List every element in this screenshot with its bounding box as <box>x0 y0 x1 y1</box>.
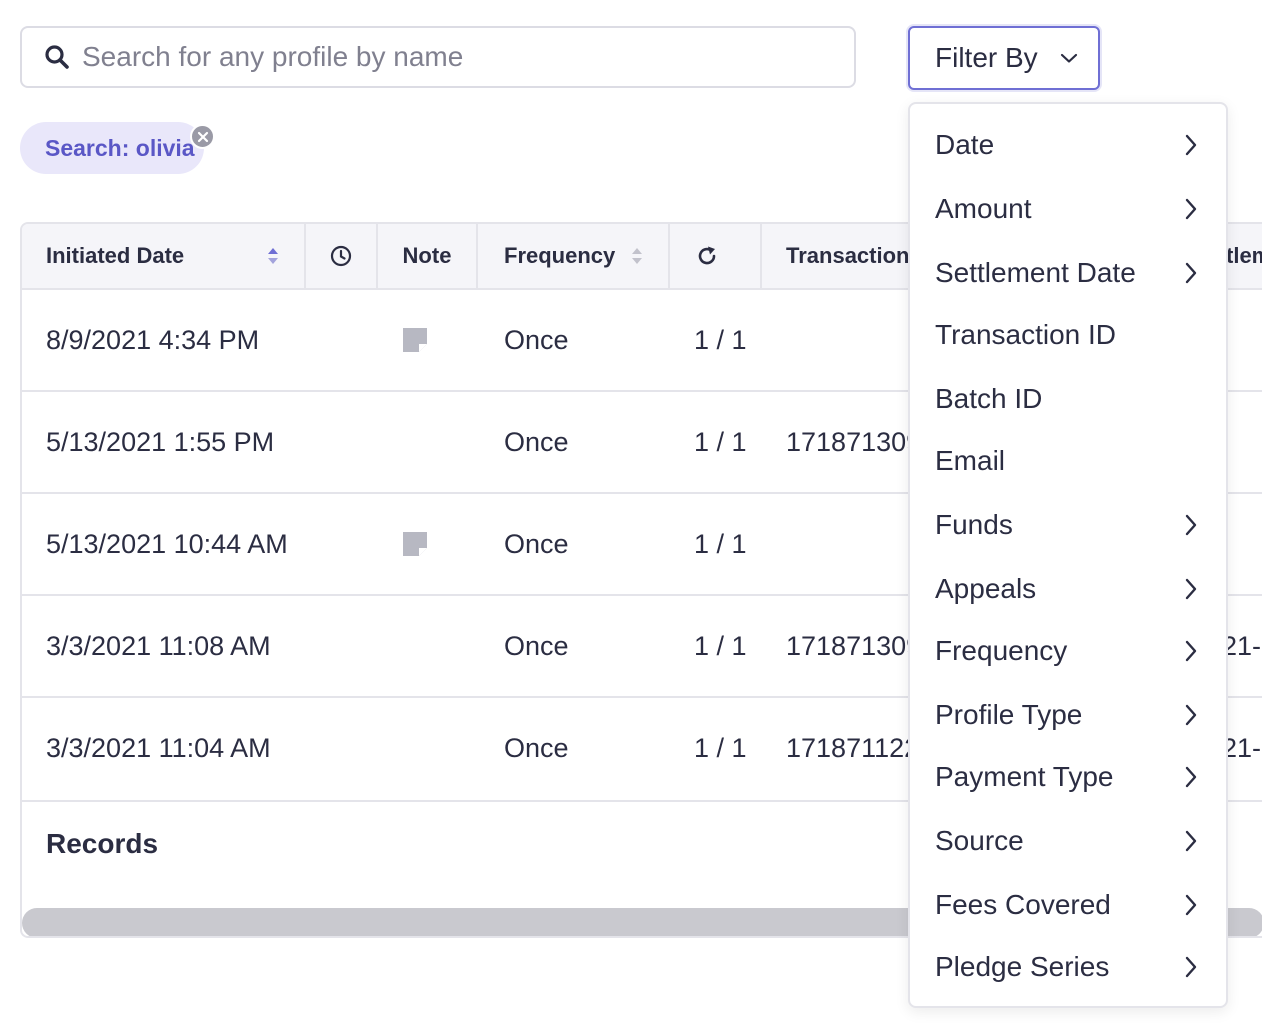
filter-menu-item-payment-type[interactable]: Payment Type <box>910 746 1226 808</box>
cell-frequency: Once <box>504 324 569 355</box>
chevron-right-icon <box>1184 829 1198 853</box>
filter-menu-item-settlement-date[interactable]: Settlement Date <box>910 242 1226 304</box>
filter-menu-item-label: Email <box>935 445 1006 476</box>
cell-date: 3/3/2021 11:04 AM <box>46 732 271 763</box>
search-box[interactable] <box>20 26 856 88</box>
filter-menu-item-label: Source <box>935 825 1024 856</box>
filter-by-button[interactable]: Filter By <box>908 26 1100 90</box>
cell-count: 1 / 1 <box>694 528 747 559</box>
chevron-down-icon <box>1060 52 1078 64</box>
filter-menu-item-profile-type[interactable]: Profile Type <box>910 684 1226 746</box>
chevron-right-icon <box>1184 765 1198 789</box>
column-initiated-date-label: Initiated Date <box>46 243 185 268</box>
active-filter-chip-label: Search: olivia <box>45 134 195 161</box>
column-frequency-label: Frequency <box>504 243 616 268</box>
cell-frequency: Once <box>504 528 569 559</box>
filter-menu-item-date[interactable]: Date <box>910 114 1226 176</box>
filter-menu-item-label: Pledge Series <box>935 951 1110 982</box>
sort-icon[interactable] <box>266 246 280 266</box>
filter-menu-item-label: Funds <box>935 509 1013 540</box>
chevron-right-icon <box>1184 577 1198 601</box>
filter-menu: Date Amount Settlement Date Transaction … <box>908 102 1228 1008</box>
cell-date: 5/13/2021 1:55 PM <box>46 426 275 457</box>
filter-menu-item-email[interactable]: Email <box>910 430 1226 492</box>
filter-menu-item-label: Fees Covered <box>935 889 1111 920</box>
filter-menu-item-label: Date <box>935 129 995 160</box>
cell-frequency: Once <box>504 732 569 763</box>
column-note: Note <box>378 224 478 288</box>
filter-menu-item-source[interactable]: Source <box>910 810 1226 872</box>
cell-transaction: 171871309 <box>786 630 922 661</box>
chevron-right-icon <box>1184 261 1198 285</box>
chevron-right-icon <box>1184 703 1198 727</box>
filter-menu-item-fees-covered[interactable]: Fees Covered <box>910 874 1226 936</box>
column-transaction-label: Transaction <box>786 243 910 268</box>
note-icon[interactable] <box>402 290 428 390</box>
clock-icon <box>330 245 352 267</box>
cell-date: 5/13/2021 10:44 AM <box>46 528 288 559</box>
cell-transaction: 171871122 <box>786 732 920 763</box>
cell-frequency: Once <box>504 426 569 457</box>
cell-date: 8/9/2021 4:34 PM <box>46 324 260 355</box>
cell-date: 3/3/2021 11:08 AM <box>46 630 271 661</box>
active-filter-chip: Search: olivia <box>20 122 204 174</box>
chevron-right-icon <box>1184 133 1198 157</box>
column-settlement-label: tlem <box>1226 243 1262 268</box>
filter-menu-item-label: Transaction ID <box>935 319 1117 350</box>
search-icon <box>45 45 69 69</box>
chevron-right-icon <box>1184 513 1198 537</box>
column-frequency[interactable]: Frequency <box>478 224 670 288</box>
refresh-icon <box>698 246 716 265</box>
cell-count: 1 / 1 <box>694 732 747 763</box>
filter-menu-item-label: Frequency <box>935 635 1068 666</box>
records-label: Records <box>46 828 159 859</box>
filter-menu-item-batch-id[interactable]: Batch ID <box>910 368 1226 430</box>
column-transaction: Transaction <box>762 224 914 288</box>
filter-menu-item-pledge-series[interactable]: Pledge Series <box>910 936 1226 998</box>
chevron-right-icon <box>1184 893 1198 917</box>
chevron-right-icon <box>1184 197 1198 221</box>
cell-settlement: 21-0 <box>1222 732 1262 763</box>
sort-icon[interactable] <box>630 246 644 266</box>
filter-menu-item-label: Payment Type <box>935 761 1114 792</box>
chevron-right-icon <box>1184 639 1198 663</box>
filter-by-label: Filter By <box>935 42 1038 73</box>
filter-menu-item-transaction-id[interactable]: Transaction ID <box>910 304 1226 366</box>
column-recurring <box>670 224 762 288</box>
cell-count: 1 / 1 <box>694 324 747 355</box>
filter-menu-item-label: Settlement Date <box>935 257 1136 288</box>
filter-menu-item-label: Batch ID <box>935 383 1043 414</box>
filter-menu-item-label: Appeals <box>935 573 1037 604</box>
chevron-right-icon <box>1184 955 1198 979</box>
close-icon[interactable] <box>190 124 215 149</box>
search-input[interactable] <box>80 40 840 74</box>
filter-menu-item-amount[interactable]: Amount <box>910 178 1226 240</box>
note-icon[interactable] <box>402 494 428 594</box>
cell-settlement: 21-0 <box>1222 630 1262 661</box>
filter-menu-item-label: Amount <box>935 193 1032 224</box>
column-clock <box>306 224 378 288</box>
column-initiated-date[interactable]: Initiated Date <box>22 224 306 288</box>
filter-menu-item-appeals[interactable]: Appeals <box>910 558 1226 620</box>
cell-count: 1 / 1 <box>694 630 747 661</box>
filter-menu-item-frequency[interactable]: Frequency <box>910 620 1226 682</box>
column-note-label: Note <box>402 243 452 268</box>
cell-frequency: Once <box>504 630 569 661</box>
filter-menu-item-label: Profile Type <box>935 699 1083 730</box>
filter-menu-item-funds[interactable]: Funds <box>910 494 1226 556</box>
cell-count: 1 / 1 <box>694 426 747 457</box>
